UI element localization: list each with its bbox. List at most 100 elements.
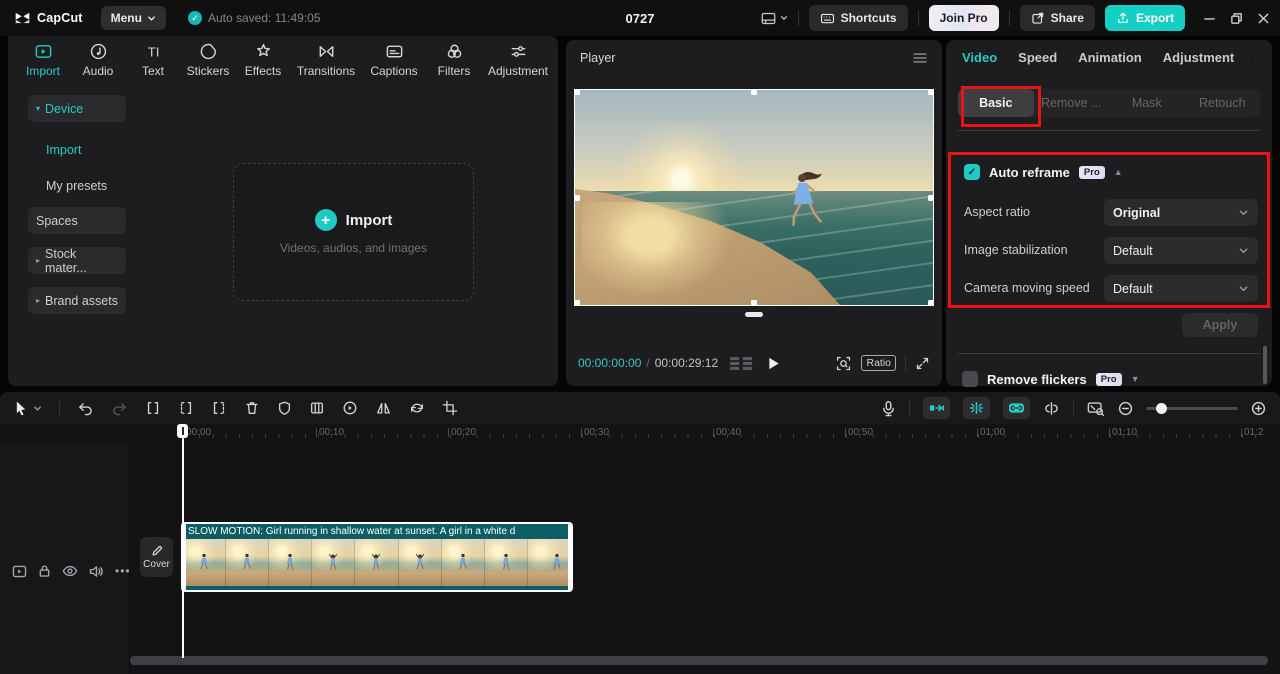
sidebar-item-device[interactable]: ▾ Device — [28, 95, 126, 122]
play-button[interactable] — [768, 357, 780, 370]
timeline-clip[interactable]: SLOW MOTION: Girl running in shallow wat… — [181, 522, 573, 592]
image-stabilization-dropdown[interactable]: Default — [1104, 237, 1258, 264]
timeline-scrollbar[interactable] — [130, 656, 1268, 665]
timeline-zoom-slider[interactable] — [1146, 402, 1238, 414]
delete-button[interactable] — [244, 400, 260, 416]
timeline-ruler[interactable]: 00:00 00:10 00:20 00:30 00:40 00:50 01:0… — [130, 424, 1280, 446]
transform-handle[interactable] — [575, 90, 580, 95]
divider — [958, 130, 1260, 131]
menu-button[interactable]: Menu — [100, 6, 166, 30]
delete-left-button[interactable] — [178, 400, 194, 416]
tab-video[interactable]: Video — [962, 50, 997, 65]
more-tabs-icon[interactable] — [1255, 52, 1256, 64]
media-tab-import[interactable]: Import — [20, 42, 66, 78]
playhead-handle[interactable] — [177, 424, 188, 438]
import-dropzone[interactable]: + Import Videos, audios, and images — [233, 163, 474, 301]
sidebar-item-spaces[interactable]: Spaces — [28, 207, 126, 234]
mask-button[interactable] — [277, 400, 292, 416]
frame-step-icon[interactable] — [730, 356, 754, 370]
transform-handle[interactable] — [575, 300, 580, 305]
preview-drag-handle[interactable] — [745, 312, 763, 317]
layout-switch-button[interactable] — [760, 11, 788, 26]
capcut-logo: CapCut — [14, 11, 83, 25]
transform-handle[interactable] — [928, 90, 933, 95]
expand-icon[interactable]: ▼ — [1131, 374, 1140, 384]
media-tab-captions[interactable]: Captions — [366, 42, 422, 78]
magnetic-snap-button[interactable] — [923, 397, 950, 419]
media-tab-audio[interactable]: Audio — [75, 42, 121, 78]
timeline-preview-button[interactable] — [1087, 401, 1105, 416]
zoom-slider-thumb[interactable] — [1156, 402, 1167, 414]
reverse-button[interactable] — [342, 400, 358, 416]
mirror-button[interactable] — [375, 400, 392, 416]
playhead-line[interactable] — [182, 436, 184, 658]
undo-button[interactable] — [77, 401, 94, 416]
player-menu-icon[interactable] — [912, 52, 928, 64]
transform-handle[interactable] — [928, 194, 933, 201]
clip-thumbnail — [355, 539, 399, 586]
crop-button[interactable] — [442, 400, 458, 416]
record-voiceover-button[interactable] — [881, 400, 896, 417]
camera-moving-speed-dropdown[interactable]: Default — [1104, 275, 1258, 302]
more-icon[interactable]: ••• — [115, 564, 131, 578]
sidebar-item-stock-materials[interactable]: ▸ Stock mater... — [28, 247, 126, 275]
close-button[interactable] — [1257, 12, 1270, 25]
subtab-mask[interactable]: Mask — [1109, 89, 1185, 117]
ruler-tick: 00:50 — [845, 427, 873, 438]
transform-handle[interactable] — [575, 194, 580, 201]
shortcuts-button[interactable]: Shortcuts — [808, 5, 908, 31]
freeze-frame-button[interactable] — [309, 400, 325, 416]
lock-track-icon[interactable] — [38, 564, 51, 578]
cover-button[interactable]: Cover — [140, 537, 173, 577]
ratio-button[interactable]: Ratio — [861, 355, 896, 371]
inspector-scrollbar[interactable] — [1263, 346, 1267, 384]
minimize-button[interactable] — [1203, 12, 1216, 25]
clip-trim-handle-right[interactable] — [568, 524, 571, 590]
apply-button[interactable]: Apply — [1182, 313, 1258, 337]
zoom-out-icon[interactable] — [1118, 401, 1133, 416]
mute-track-icon[interactable] — [89, 565, 104, 578]
restore-button[interactable] — [1230, 12, 1243, 25]
select-tool-button[interactable] — [14, 400, 42, 416]
aspect-ratio-dropdown[interactable]: Original — [1104, 199, 1258, 226]
media-tab-filters[interactable]: Filters — [431, 42, 477, 78]
delete-right-button[interactable] — [211, 400, 227, 416]
link-button[interactable] — [1003, 397, 1030, 419]
auto-split-button[interactable] — [963, 397, 990, 419]
join-pro-button[interactable]: Join Pro — [928, 5, 999, 31]
share-button[interactable]: Share — [1019, 5, 1095, 31]
pro-badge: Pro — [1078, 165, 1105, 179]
transform-handle[interactable] — [928, 300, 933, 305]
tab-animation[interactable]: Animation — [1078, 50, 1142, 65]
toggle-visibility-icon[interactable] — [62, 565, 78, 577]
remove-flickers-checkbox[interactable] — [962, 371, 978, 387]
fullscreen-icon[interactable] — [915, 356, 930, 371]
media-tab-adjustment[interactable]: Adjustment — [486, 42, 550, 78]
sidebar-item-import[interactable]: Import — [28, 136, 126, 163]
sidebar-item-brand-assets[interactable]: ▸ Brand assets — [28, 287, 126, 314]
tab-speed[interactable]: Speed — [1018, 50, 1057, 65]
sidebar-item-my-presets[interactable]: My presets — [28, 172, 126, 199]
plus-icon: + — [314, 209, 337, 231]
caret-right-icon: ▸ — [36, 296, 41, 305]
auto-reframe-checkbox[interactable]: ✓ — [964, 164, 980, 180]
redo-button[interactable] — [111, 401, 128, 416]
media-tab-transitions[interactable]: Transitions — [295, 42, 357, 78]
media-tab-text[interactable]: TI Text — [130, 42, 176, 78]
preview-quality-icon[interactable] — [835, 355, 852, 372]
collapse-icon[interactable]: ▲ — [1114, 167, 1123, 177]
tab-adjustment[interactable]: Adjustment — [1163, 50, 1235, 65]
subtab-retouch[interactable]: Retouch — [1185, 89, 1261, 117]
media-tab-effects[interactable]: Effects — [240, 42, 286, 78]
transform-handle[interactable] — [751, 90, 757, 95]
zoom-in-icon[interactable] — [1251, 401, 1266, 416]
subtab-remove[interactable]: Remove ... — [1034, 89, 1110, 117]
rotate-button[interactable] — [409, 400, 425, 416]
subtab-basic[interactable]: Basic — [958, 89, 1034, 117]
split-adjacent-icon[interactable] — [1043, 401, 1060, 416]
export-button[interactable]: Export — [1104, 5, 1185, 31]
split-button[interactable] — [145, 400, 161, 416]
video-preview[interactable] — [574, 89, 934, 306]
transform-handle[interactable] — [751, 300, 757, 305]
media-tab-stickers[interactable]: Stickers — [185, 42, 231, 78]
